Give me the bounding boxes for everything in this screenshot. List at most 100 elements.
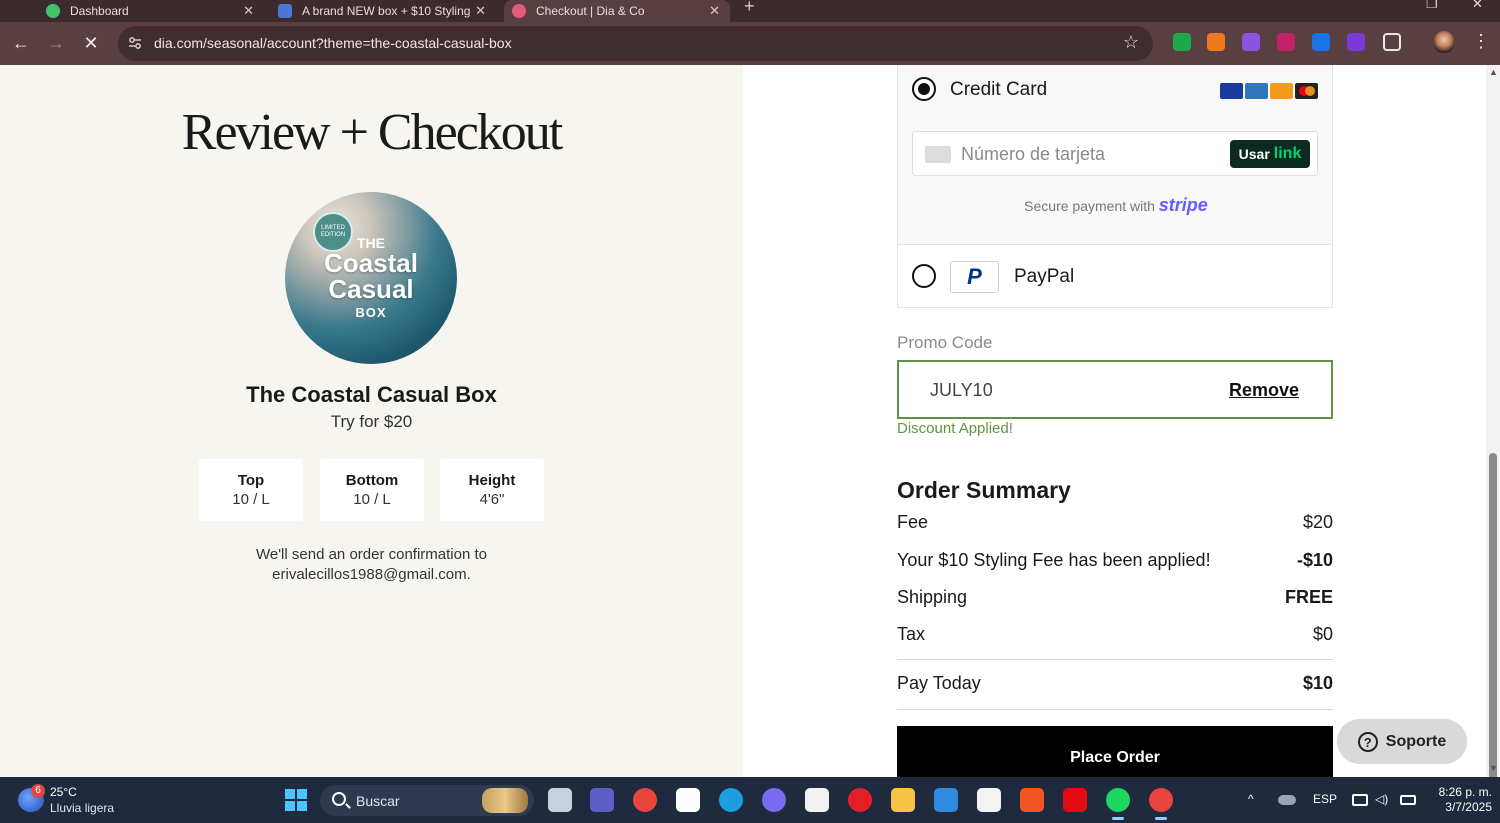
new-tab-button[interactable]: + [744, 0, 755, 17]
place-order-button[interactable]: Place Order [897, 726, 1333, 777]
size-value: 4'6" [479, 491, 505, 508]
chrome-icon[interactable] [633, 788, 657, 812]
summary-row-shipping: Shipping FREE [897, 587, 1333, 608]
url-text[interactable]: dia.com/seasonal/account?theme=the-coast… [154, 35, 512, 51]
tab-dashboard[interactable]: Dashboard ✕ [46, 0, 260, 22]
language-indicator[interactable]: ESP [1313, 792, 1337, 806]
edge-icon[interactable] [719, 788, 743, 812]
tab-new-box[interactable]: A brand NEW box + $10 Styling ✕ [278, 0, 492, 22]
box-image-line3: Casual [328, 274, 414, 304]
browser-toolbar: ← → ✕ dia.com/seasonal/account?theme=the… [0, 22, 1500, 65]
weather-badge: 6 [31, 784, 45, 798]
card-number-field[interactable]: Número de tarjeta Usar link [912, 131, 1318, 176]
copilot-icon[interactable] [762, 788, 786, 812]
summary-label: Fee [897, 512, 929, 532]
back-button[interactable]: ← [8, 30, 34, 56]
opera-icon[interactable] [848, 788, 872, 812]
task-view-icon[interactable] [548, 788, 572, 812]
use-link-button[interactable]: Usar link [1230, 140, 1310, 168]
notion-icon[interactable] [676, 788, 700, 812]
paypal-radio[interactable] [912, 264, 936, 288]
size-card-top: Top 10 / L [199, 459, 303, 521]
link-logo: link [1273, 145, 1302, 162]
support-button[interactable]: ? Soporte [1337, 719, 1467, 764]
paypal-option[interactable]: P PayPal [897, 244, 1333, 308]
review-pane: Review + Checkout LIMITED EDITION THE Co… [0, 65, 743, 777]
teams-icon[interactable] [590, 788, 614, 812]
netflix-icon[interactable] [1063, 788, 1087, 812]
credit-card-radio[interactable] [912, 77, 936, 101]
page-content: Review + Checkout LIMITED EDITION THE Co… [0, 65, 1486, 777]
promo-code-input[interactable] [928, 379, 1178, 402]
spotify-icon[interactable] [1106, 788, 1130, 820]
profile-avatar[interactable] [1433, 31, 1455, 53]
total-label: Pay Today [897, 673, 981, 693]
chrome-profile-icon[interactable] [1149, 788, 1173, 820]
amazon-icon[interactable] [805, 788, 829, 812]
start-button[interactable] [285, 789, 307, 811]
store-icon[interactable] [934, 788, 958, 812]
close-icon[interactable]: ✕ [471, 3, 486, 19]
stop-loading-button[interactable]: ✕ [78, 30, 104, 56]
onedrive-icon[interactable] [1278, 795, 1296, 805]
grammarly-extension-icon[interactable] [1173, 33, 1191, 51]
maximize-button[interactable]: ❐ [1426, 0, 1438, 12]
order-summary-title: Order Summary [897, 477, 1071, 503]
gmail-favicon-icon [278, 4, 292, 18]
search-placeholder[interactable]: Buscar [356, 793, 400, 809]
taskbar-search[interactable]: Buscar [320, 785, 534, 816]
close-icon[interactable]: ✕ [243, 3, 254, 19]
scroll-up-icon[interactable]: ▲ [1489, 67, 1498, 77]
card-number-placeholder[interactable]: Número de tarjeta [961, 144, 1105, 165]
quill-extension-icon[interactable] [1242, 33, 1260, 51]
summary-row-total: Pay Today $10 [897, 673, 1333, 694]
promo-code-field: Remove [897, 360, 1333, 419]
remove-promo-link[interactable]: Remove [1229, 380, 1299, 401]
address-bar[interactable]: dia.com/seasonal/account?theme=the-coast… [118, 26, 1153, 61]
browser-menu-icon[interactable]: ⋮ [1472, 31, 1490, 52]
tab-checkout[interactable]: Checkout | Dia & Co ✕ [504, 0, 730, 22]
discount-status: Discount Applied! [897, 420, 1013, 437]
volume-icon[interactable]: ◁) [1375, 792, 1388, 806]
credit-card-label[interactable]: Credit Card [950, 79, 1047, 101]
honey-extension-icon[interactable] [1207, 33, 1225, 51]
file-explorer-icon[interactable] [891, 788, 915, 812]
scrollbar-thumb[interactable] [1489, 453, 1497, 799]
weather-condition[interactable]: Lluvia ligera [50, 801, 114, 815]
search-highlight-image [482, 788, 528, 813]
stripe-logo: stripe [1158, 195, 1208, 215]
confirmation-note: We'll send an order confirmation to eriv… [0, 545, 743, 585]
bookmark-star-icon[interactable]: ☆ [1123, 32, 1139, 53]
grammar-extension-icon[interactable] [1347, 33, 1365, 51]
puzzle-extension-icon[interactable] [1383, 33, 1401, 51]
taskbar-clock[interactable]: 8:26 p. m. 3/7/2025 [1418, 785, 1492, 815]
summary-amount: FREE [1284, 587, 1333, 607]
close-window-button[interactable]: ✕ [1472, 0, 1483, 12]
clock-date: 3/7/2025 [1445, 800, 1492, 814]
weather-temperature[interactable]: 25°C [50, 785, 77, 799]
summary-label: Shipping [897, 587, 968, 607]
size-label: Height [468, 472, 516, 489]
visa-icon [1220, 83, 1243, 99]
size-label: Bottom [345, 472, 399, 489]
shazam-extension-icon[interactable] [1312, 33, 1330, 51]
file-icon[interactable] [977, 788, 1001, 812]
windows-taskbar: 6 25°C Lluvia ligera Buscar ^ ESP ◁) 8:2… [0, 777, 1500, 823]
support-label: Soporte [1385, 732, 1447, 750]
display-icon[interactable] [1352, 794, 1368, 806]
box-image-line4: BOX [355, 305, 387, 320]
summary-amount: $20 [1302, 512, 1333, 532]
brave-icon[interactable] [1020, 788, 1044, 812]
forward-button[interactable]: → [43, 30, 69, 56]
site-settings-icon[interactable] [128, 36, 142, 50]
battery-icon[interactable] [1400, 795, 1416, 805]
page-scrollbar[interactable]: ▲ ▼ [1486, 65, 1500, 799]
discover-icon [1270, 83, 1293, 99]
scroll-down-icon[interactable]: ▼ [1489, 763, 1498, 773]
secure-text: Secure payment with [1024, 198, 1155, 214]
summary-amount: $0 [1312, 624, 1333, 644]
confirmation-text: We'll send an order confirmation to [255, 546, 488, 563]
close-icon[interactable]: ✕ [709, 3, 720, 19]
tray-chevron-icon[interactable]: ^ [1248, 792, 1254, 806]
ublock-extension-icon[interactable] [1277, 33, 1295, 51]
